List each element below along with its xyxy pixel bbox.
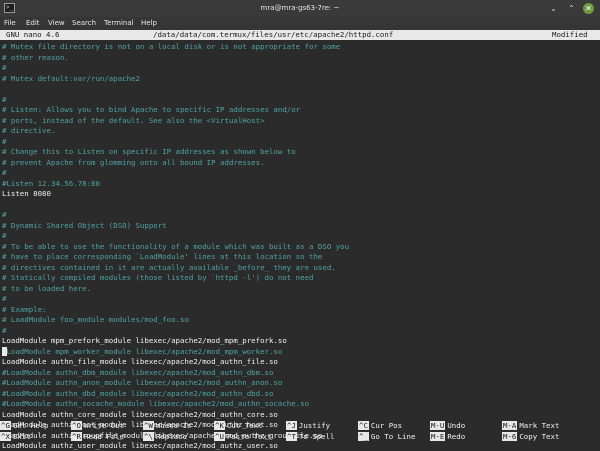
shortcut-undo[interactable]: M-U Undo — [430, 421, 465, 431]
editor-line: # — [2, 231, 7, 240]
editor-line: LoadModule authn_file_module libexec/apa… — [2, 357, 278, 366]
text-cursor — [2, 347, 7, 356]
editor-line: # — [2, 210, 7, 219]
editor-line: # Mutex file directory is not on a local… — [2, 42, 341, 51]
maximize-icon[interactable]: ⌃ — [566, 3, 577, 14]
shortcut-exit[interactable]: ^X Exit — [0, 432, 31, 442]
shortcut-mark-text[interactable]: M-A Mark Text — [502, 421, 559, 431]
shortcut-to-spell[interactable]: ^T To Spell — [286, 432, 335, 442]
editor-line: # have to place corresponding `LoadModul… — [2, 252, 323, 261]
modified-status: Modified — [552, 30, 588, 39]
menu-bar: File Edit View Search Terminal Help — [0, 17, 600, 30]
window-title: mra@mra-gs63-7re: ~ — [260, 4, 340, 12]
close-icon[interactable]: ✕ — [583, 3, 594, 14]
editor-line: # — [2, 94, 7, 104]
shortcut-where-is[interactable]: ^W Where Is — [143, 421, 192, 431]
file-path: /data/data/com.termux/files/usr/etc/apac… — [153, 30, 394, 39]
editor-line: # To be able to use the functionality of… — [2, 241, 350, 251]
editor-line: # ports, instead of the default. See als… — [2, 115, 265, 125]
minimize-icon[interactable]: ⌄ — [548, 3, 559, 14]
editor-line: # prevent Apache from glomming onto all … — [2, 157, 265, 167]
shortcut-redo[interactable]: M-E Redo — [430, 432, 465, 442]
shortcut-go-to-line[interactable]: ^_ Go To Line — [358, 432, 415, 442]
editor-line: #LoadModule mpm_worker_module libexec/ap… — [2, 346, 283, 356]
editor-line: #LoadModule authn_anon_module libexec/ap… — [2, 378, 283, 387]
shortcut-copy-text[interactable]: M-6 Copy Text — [502, 432, 559, 442]
menu-view[interactable]: View — [48, 19, 65, 27]
shortcut-get-help[interactable]: ^G Get Help — [0, 421, 49, 431]
menu-edit[interactable]: Edit — [26, 19, 40, 27]
menu-file[interactable]: File — [4, 19, 16, 27]
terminal-area[interactable]: GNU nano 4.6 /data/data/com.termux/files… — [0, 30, 600, 450]
editor-line: # Mutex default:var/run/apache2 — [2, 73, 140, 83]
editor-line: # directive. — [2, 126, 56, 135]
shortcut-cur-pos[interactable]: ^C Cur Pos — [358, 421, 402, 431]
editor-line: # — [2, 325, 7, 335]
editor-line: # Example: — [2, 304, 47, 314]
shortcut-bar: ^G Get Help ^X Exit ^O Write Out ^R Read Fil… — [0, 421, 600, 442]
editor-line: LoadModule mpm_prefork_module libexec/ap… — [2, 336, 287, 345]
editor-line: # LoadModule foo_module modules/mod_foo.… — [2, 315, 189, 324]
editor-line: # Dynamic Shared Object (DSO) Support — [2, 220, 167, 230]
editor-line: # other reason. — [2, 52, 69, 62]
editor-line: # Change this to Listen on specific IP a… — [2, 147, 296, 156]
nano-header: GNU nano 4.6 /data/data/com.termux/files… — [0, 30, 600, 40]
editor-line: # directives contained in it are actuall… — [2, 262, 336, 272]
terminal-window: >_ mra@mra-gs63-7re: ~ ⌄ ⌃ ✕ File Edit V… — [0, 0, 600, 450]
editor-line: # to be loaded here. — [2, 283, 91, 293]
editor-line: # — [2, 294, 7, 303]
menu-terminal[interactable]: Terminal — [104, 19, 134, 27]
editor-line: LoadModule authn_core_module libexec/apa… — [2, 409, 278, 419]
editor-line: #Listen 12.34.56.78:80 — [2, 178, 100, 188]
shortcut-justify[interactable]: ^J Justify — [286, 421, 330, 431]
editor-line: LoadModule authz_user_module libexec/apa… — [2, 441, 278, 450]
shortcut-cut-text[interactable]: ^K Cut Text — [214, 421, 263, 431]
shortcut-write-out[interactable]: ^O Write Out — [71, 421, 124, 431]
editor-line: #LoadModule authn_dbd_module libexec/apa… — [2, 388, 274, 398]
shortcut-read-file[interactable]: ^R Read File — [71, 432, 124, 442]
editor-line: # — [2, 63, 7, 72]
editor-line: #LoadModule authn_socache_module libexec… — [2, 399, 310, 408]
shortcut-replace[interactable]: ^\ Replace — [143, 432, 187, 442]
editor-line: # Listen: Allows you to bind Apache to s… — [2, 105, 301, 114]
editor-line: #LoadModule authn_dbm_module libexec/apa… — [2, 367, 274, 377]
editor-line: # Statically compiled modules (those lis… — [2, 273, 314, 282]
editor-line: # — [2, 136, 7, 146]
menu-help[interactable]: Help — [141, 19, 157, 27]
menu-search[interactable]: Search — [72, 19, 96, 27]
title-bar[interactable]: >_ mra@mra-gs63-7re: ~ ⌄ ⌃ ✕ — [0, 0, 600, 17]
editor-line: # — [2, 168, 7, 177]
nano-version: GNU nano 4.6 — [6, 30, 60, 39]
shortcut-paste-text[interactable]: ^U Paste Text — [214, 432, 271, 442]
editor-line: Listen 8080 — [2, 189, 51, 198]
